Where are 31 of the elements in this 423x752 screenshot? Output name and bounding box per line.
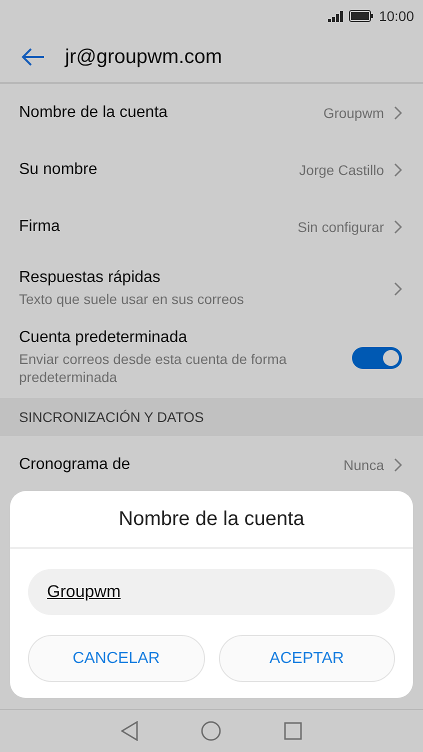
battery-icon	[348, 10, 374, 22]
chevron-right-icon[interactable]	[394, 162, 402, 176]
chevron-right-icon[interactable]	[394, 458, 402, 472]
signal-icon	[328, 10, 344, 22]
setting-label[interactable]: Firma	[19, 218, 288, 236]
back-icon[interactable]	[121, 721, 140, 741]
section-header: SINCRONIZACIÓN Y DATOS	[19, 409, 204, 426]
back-arrow-icon[interactable]	[21, 48, 45, 66]
chevron-right-icon[interactable]	[394, 106, 402, 120]
status-time: 10:00	[378, 8, 414, 24]
setting-value: Jorge Castillo	[299, 162, 384, 178]
dialog-button[interactable]: ACEPTAR	[218, 635, 395, 682]
setting-label[interactable]: Respuestas rápidas	[19, 269, 384, 288]
setting-value: Groupwm	[323, 104, 384, 120]
input-field[interactable]: Groupwm	[28, 569, 395, 615]
toggle-switch[interactable]	[352, 346, 402, 369]
recents-icon[interactable]	[284, 722, 302, 740]
dialog-title: Nombre de la cuenta	[118, 508, 304, 530]
setting-description: Enviar correos desde esta cuenta de forma predeterminada	[19, 350, 288, 386]
setting-value: Sin configurar	[298, 218, 384, 234]
dialog-button[interactable]: CANCELAR	[28, 635, 204, 682]
account-title: jr@groupwm.com	[65, 46, 222, 68]
setting-label[interactable]: Cronograma de	[19, 456, 334, 474]
chevron-right-icon[interactable]	[394, 282, 402, 296]
chevron-right-icon[interactable]	[394, 220, 402, 234]
setting-label[interactable]: Nombre de la cuenta	[19, 104, 314, 122]
home-icon[interactable]	[201, 721, 222, 741]
setting-description: Texto que suele usar en sus correos	[19, 290, 245, 309]
setting-label[interactable]: Su nombre	[19, 160, 290, 178]
setting-label[interactable]: Cuenta predeterminada	[19, 329, 342, 347]
setting-value: Nunca	[344, 456, 384, 473]
